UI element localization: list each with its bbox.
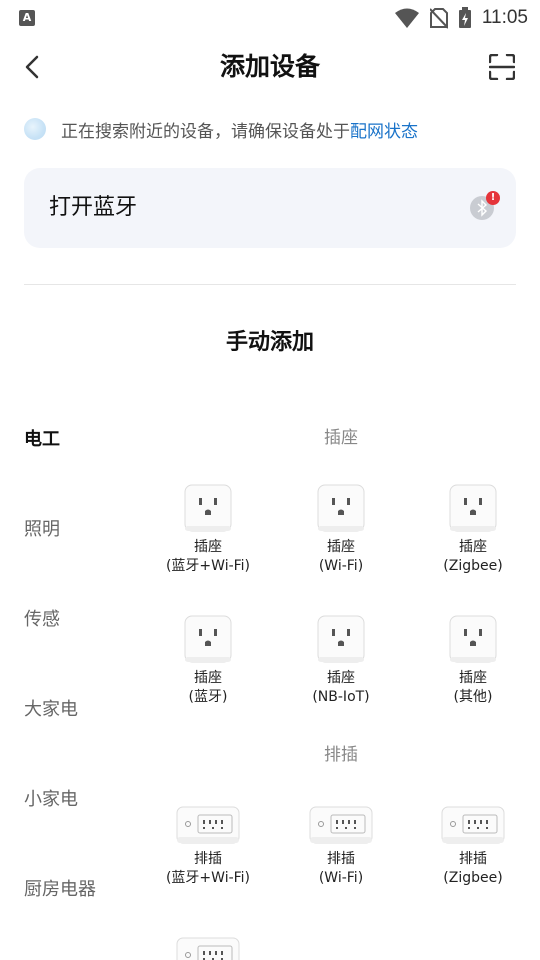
device-protocol: (蓝牙+Wi-Fi): [165, 870, 251, 886]
device-protocol: (Wi-Fi): [318, 558, 364, 574]
page-title: 添加设备: [219, 52, 320, 81]
alert-icon: !: [486, 191, 500, 205]
searching-icon: [24, 118, 46, 140]
device-name: 排插: [459, 851, 487, 867]
battery-charging-icon: [458, 7, 471, 28]
group-title-power-strip: 排插: [324, 745, 358, 765]
device-item[interactable]: 插座 (蓝牙): [148, 615, 268, 707]
device-name: 插座: [194, 670, 222, 686]
socket-icon: [317, 484, 365, 532]
device-protocol: (蓝牙): [188, 689, 228, 705]
clock: 11:05: [481, 7, 528, 28]
device-name: 排插: [327, 851, 355, 867]
category-item-sensor[interactable]: 传感: [24, 607, 60, 633]
socket-icon: [184, 484, 232, 532]
device-protocol: (其他): [453, 689, 493, 705]
app-notification-icon: A: [19, 10, 35, 26]
category-item-electrical[interactable]: 电工: [24, 427, 60, 453]
category-item-major-appliance[interactable]: 大家电: [24, 697, 78, 723]
device-name: 排插: [194, 851, 222, 867]
socket-icon: [317, 615, 365, 663]
device-protocol: (NB-IoT): [312, 689, 370, 705]
socket-icon: [449, 484, 497, 532]
device-name: 插座: [194, 539, 222, 555]
device-name: 插座: [459, 539, 487, 555]
device-name: 插座: [327, 670, 355, 686]
power-strip-icon: [441, 806, 505, 844]
device-item[interactable]: 插座 (Wi-Fi): [281, 484, 401, 576]
device-item[interactable]: 插座 (其他): [413, 615, 533, 707]
status-icons: 11:05: [394, 6, 528, 30]
scan-icon: [488, 53, 516, 81]
notice-text: 正在搜索附近的设备，请确保设备处于: [61, 121, 350, 142]
wifi-icon: [394, 8, 419, 28]
power-strip-icon: [309, 806, 373, 844]
category-item-lighting[interactable]: 照明: [24, 517, 60, 543]
power-strip-icon: [176, 937, 240, 960]
category-item-small-appliance[interactable]: 小家电: [24, 787, 78, 813]
bluetooth-card[interactable]: 打开蓝牙 !: [24, 168, 516, 248]
device-item[interactable]: 排插 (Wi-Fi): [281, 806, 401, 888]
device-protocol: (Zigbee): [443, 558, 503, 574]
device-protocol: (蓝牙+Wi-Fi): [165, 558, 251, 574]
scan-button[interactable]: [488, 53, 516, 81]
manual-add-title: 手动添加: [225, 330, 314, 355]
device-item[interactable]: 插座 (Zigbee): [413, 484, 533, 576]
power-strip-icon: [176, 806, 240, 844]
no-sim-icon: [429, 8, 448, 29]
category-item-kitchen[interactable]: 厨房电器: [24, 877, 96, 903]
bluetooth-label: 打开蓝牙: [49, 195, 138, 220]
socket-icon: [449, 615, 497, 663]
device-protocol: (Zigbee): [443, 870, 503, 886]
device-item[interactable]: 插座 (NB-IoT): [281, 615, 401, 707]
status-bar: A 11:05: [0, 0, 540, 36]
device-item[interactable]: [148, 937, 268, 960]
device-item[interactable]: 排插 (蓝牙+Wi-Fi): [148, 806, 268, 888]
device-name: 插座: [327, 539, 355, 555]
pairing-mode-link[interactable]: 配网状态: [350, 117, 418, 142]
search-notice: 正在搜索附近的设备，请确保设备处于 配网状态: [24, 116, 418, 142]
group-title-socket: 插座: [324, 428, 358, 448]
device-protocol: (Wi-Fi): [318, 870, 364, 886]
device-item[interactable]: 插座 (蓝牙+Wi-Fi): [148, 484, 268, 576]
socket-icon: [184, 615, 232, 663]
divider: [24, 284, 516, 285]
device-name: 插座: [459, 670, 487, 686]
device-item[interactable]: 排插 (Zigbee): [413, 806, 533, 888]
